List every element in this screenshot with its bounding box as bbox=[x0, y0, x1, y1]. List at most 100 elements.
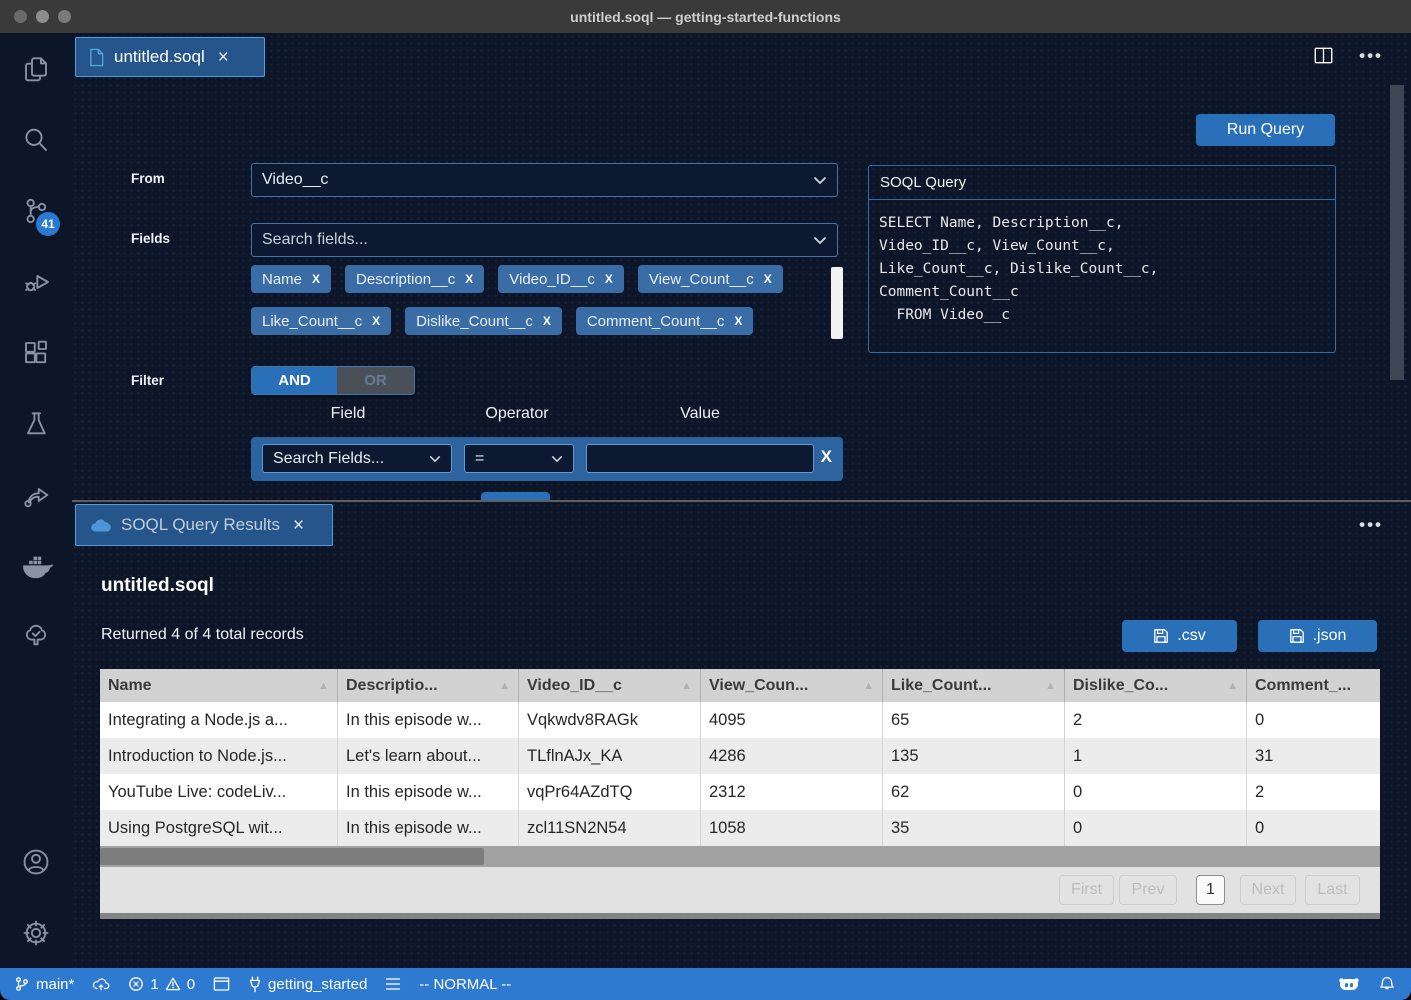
tree-check-icon[interactable] bbox=[0, 601, 72, 672]
sort-icon[interactable]: ▲ bbox=[1045, 680, 1056, 692]
sort-icon[interactable]: ▲ bbox=[681, 680, 692, 692]
field-chip[interactable]: Description__cX bbox=[345, 265, 484, 293]
filter-remove-icon[interactable]: X bbox=[821, 447, 832, 467]
bell-icon bbox=[1379, 976, 1395, 993]
tab-close-icon[interactable]: × bbox=[293, 516, 304, 535]
chevron-down-icon bbox=[551, 455, 563, 463]
pagination-first-button[interactable]: First bbox=[1059, 875, 1114, 905]
table-footer: First Prev 1 Next Last bbox=[100, 867, 1380, 913]
extensions-icon[interactable] bbox=[0, 317, 72, 388]
close-window-button[interactable] bbox=[14, 10, 27, 23]
window-controls bbox=[14, 10, 71, 23]
explorer-icon[interactable] bbox=[0, 33, 72, 104]
column-header[interactable]: Comment_... bbox=[1247, 669, 1380, 702]
settings-gear-icon[interactable] bbox=[0, 897, 72, 968]
tab-close-icon[interactable]: × bbox=[218, 48, 229, 67]
chip-remove-icon[interactable]: X bbox=[764, 272, 772, 286]
run-debug-icon[interactable] bbox=[0, 246, 72, 317]
pagination-last-button[interactable]: Last bbox=[1305, 875, 1360, 905]
status-bar-right bbox=[1328, 975, 1411, 993]
filter-operator-value: = bbox=[475, 450, 551, 468]
table-row[interactable]: Introduction to Node.js...Let's learn ab… bbox=[100, 738, 1380, 774]
more-actions-icon[interactable]: ••• bbox=[1359, 51, 1383, 61]
add-filter-button-partial[interactable] bbox=[481, 492, 550, 500]
column-header[interactable]: View_Coun...▲ bbox=[701, 669, 883, 702]
export-json-button[interactable]: .json bbox=[1258, 620, 1377, 652]
fields-search-select[interactable]: Search fields... bbox=[251, 223, 838, 257]
chip-remove-icon[interactable]: X bbox=[734, 314, 742, 328]
editor-layout-status[interactable] bbox=[204, 968, 239, 1000]
column-header[interactable]: Name▲ bbox=[100, 669, 338, 702]
filter-operator-select[interactable]: = bbox=[464, 444, 574, 473]
fields-scrollbar[interactable] bbox=[831, 267, 843, 339]
accounts-icon[interactable] bbox=[0, 826, 72, 897]
tab-soql-query-results[interactable]: SOQL Query Results × bbox=[75, 504, 333, 546]
scrollbar-thumb[interactable] bbox=[100, 848, 484, 865]
filter-field-select[interactable]: Search Fields... bbox=[262, 444, 452, 473]
column-header[interactable]: Descriptio...▲ bbox=[338, 669, 519, 702]
chevron-down-icon bbox=[813, 236, 827, 245]
filter-operator-column-label: Operator bbox=[447, 405, 587, 423]
table-row[interactable]: Using PostgreSQL wit...In this episode w… bbox=[100, 810, 1380, 846]
and-toggle-button[interactable]: AND bbox=[252, 367, 337, 394]
vim-mode-status[interactable]: -- NORMAL -- bbox=[410, 968, 520, 1000]
sort-icon[interactable]: ▲ bbox=[499, 680, 510, 692]
field-chip[interactable]: NameX bbox=[251, 265, 331, 293]
sync-status[interactable] bbox=[83, 968, 119, 1000]
or-toggle-button[interactable]: OR bbox=[337, 367, 414, 394]
warning-icon bbox=[165, 976, 181, 992]
export-csv-button[interactable]: .csv bbox=[1122, 620, 1237, 652]
soql-query-preview-panel: SOQL Query SELECT Name, Description__c,V… bbox=[868, 165, 1336, 353]
split-editor-icon[interactable] bbox=[1314, 47, 1333, 64]
sort-icon[interactable]: ▲ bbox=[863, 680, 874, 692]
editor-actions: ••• bbox=[1314, 47, 1383, 64]
results-summary: Returned 4 of 4 total records bbox=[101, 626, 304, 644]
table-row[interactable]: YouTube Live: codeLiv...In this episode … bbox=[100, 774, 1380, 810]
column-header[interactable]: Dislike_Co...▲ bbox=[1065, 669, 1247, 702]
field-chip[interactable]: Dislike_Count__cX bbox=[405, 307, 562, 335]
chip-remove-icon[interactable]: X bbox=[465, 272, 473, 286]
from-label: From bbox=[131, 171, 165, 186]
field-chip[interactable]: Video_ID__cX bbox=[498, 265, 624, 293]
field-chip[interactable]: View_Count__cX bbox=[638, 265, 783, 293]
field-chip[interactable]: Comment_Count__cX bbox=[576, 307, 754, 335]
chip-remove-icon[interactable]: X bbox=[605, 272, 613, 286]
minimize-window-button[interactable] bbox=[36, 10, 49, 23]
filter-field-column-label: Field bbox=[278, 405, 418, 423]
share-icon[interactable] bbox=[0, 459, 72, 530]
from-select[interactable]: Video__c bbox=[251, 163, 838, 197]
editor-scrollbar[interactable] bbox=[1390, 85, 1404, 380]
git-branch-status[interactable]: main* bbox=[0, 968, 83, 1000]
column-header[interactable]: Video_ID__c▲ bbox=[519, 669, 701, 702]
tab-untitled-soql[interactable]: untitled.soql × bbox=[75, 37, 265, 77]
docker-icon[interactable] bbox=[0, 530, 72, 601]
chip-remove-icon[interactable]: X bbox=[372, 314, 380, 328]
editor-layout-icon bbox=[213, 976, 230, 992]
pagination-current-page[interactable]: 1 bbox=[1196, 875, 1225, 905]
pagination-prev-button[interactable]: Prev bbox=[1119, 875, 1177, 905]
outline-status[interactable] bbox=[376, 968, 410, 1000]
search-icon[interactable] bbox=[0, 104, 72, 175]
source-control-icon[interactable]: 41 bbox=[0, 175, 72, 246]
table-row[interactable]: Integrating a Node.js a...In this episod… bbox=[100, 702, 1380, 738]
field-chip[interactable]: Like_Count__cX bbox=[251, 307, 391, 335]
testing-icon[interactable] bbox=[0, 388, 72, 459]
results-more-actions-icon[interactable]: ••• bbox=[1359, 520, 1383, 530]
chip-remove-icon[interactable]: X bbox=[543, 314, 551, 328]
filter-value-input[interactable] bbox=[586, 444, 814, 473]
sort-icon[interactable]: ▲ bbox=[318, 680, 329, 692]
table-horizontal-scrollbar[interactable] bbox=[100, 846, 1380, 867]
problems-status[interactable]: 1 0 bbox=[119, 968, 204, 1000]
column-header[interactable]: Like_Count...▲ bbox=[883, 669, 1065, 702]
notifications-status[interactable] bbox=[1370, 976, 1411, 993]
maximize-window-button[interactable] bbox=[58, 10, 71, 23]
chip-remove-icon[interactable]: X bbox=[312, 272, 320, 286]
mode-label: -- NORMAL -- bbox=[419, 976, 511, 993]
copilot-status[interactable] bbox=[1328, 975, 1370, 993]
run-query-button[interactable]: Run Query bbox=[1196, 114, 1335, 146]
remote-status[interactable]: getting_started bbox=[239, 968, 376, 1000]
save-icon bbox=[1153, 628, 1169, 644]
editor-tab-bar: untitled.soql × ••• bbox=[72, 33, 1411, 77]
sort-icon[interactable]: ▲ bbox=[1227, 680, 1238, 692]
pagination-next-button[interactable]: Next bbox=[1240, 875, 1296, 905]
